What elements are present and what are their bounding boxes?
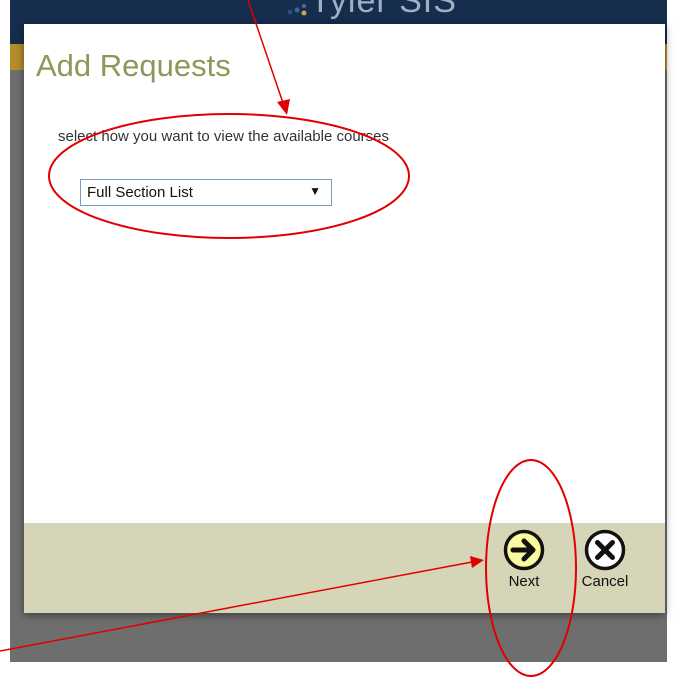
add-requests-dialog: Add Requests select how you want to view… xyxy=(24,24,665,613)
logo-dots-icon xyxy=(287,4,307,16)
triangle-down-icon: ▼ xyxy=(309,184,321,198)
cancel-button-label: Cancel xyxy=(581,573,629,590)
next-button[interactable]: Next xyxy=(496,529,552,590)
view-mode-select[interactable]: Full Section List ▼ xyxy=(80,179,332,206)
arrow-right-circle-icon xyxy=(503,529,545,571)
dialog-footer: Next Cancel xyxy=(24,523,665,613)
view-mode-select-value: Full Section List xyxy=(87,184,193,201)
dialog-title: Add Requests xyxy=(36,48,231,83)
cancel-button[interactable]: Cancel xyxy=(577,529,633,590)
x-circle-icon xyxy=(584,529,626,571)
next-button-label: Next xyxy=(508,573,540,590)
instruction-text: select how you want to view the availabl… xyxy=(58,128,390,145)
app-logo-text: Tyler SIS xyxy=(310,0,457,20)
